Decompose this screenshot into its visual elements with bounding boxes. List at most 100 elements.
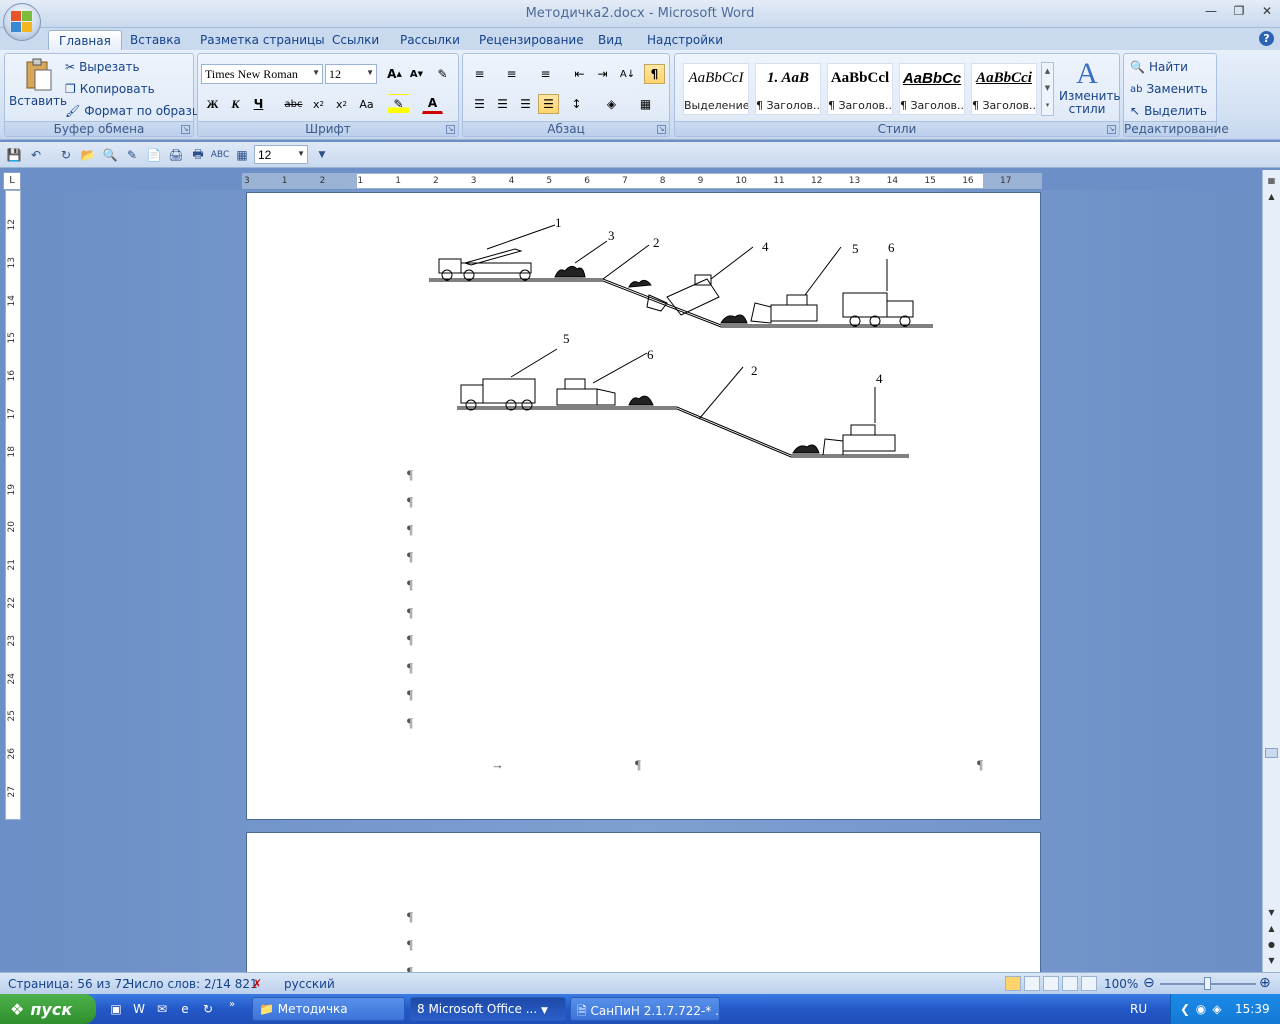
- font-color-icon[interactable]: A: [422, 94, 443, 114]
- proofing-icon[interactable]: ✗: [252, 977, 262, 991]
- previous-page-icon[interactable]: ▲: [1265, 922, 1278, 935]
- font-name-combo[interactable]: Times New Roman ▼: [201, 64, 323, 84]
- paragraph-mark[interactable]: ¶: [407, 632, 413, 648]
- page-56[interactable]: 1 3 2 4 5 6 5 6 2 4 ¶ ¶ ¶ ¶ ¶ ¶ ¶ ¶ ¶ ¶ …: [246, 192, 1041, 820]
- show-formatting-icon[interactable]: ¶: [644, 64, 665, 84]
- sort-icon[interactable]: A↓: [617, 64, 638, 84]
- style-heading-4[interactable]: AaBbCci ¶ Заголов...: [971, 63, 1037, 115]
- minimize-button[interactable]: —: [1204, 4, 1218, 18]
- browser-icon[interactable]: e: [177, 1001, 193, 1017]
- select-button[interactable]: ↖ Выделить: [1130, 104, 1207, 118]
- customize-qat-icon[interactable]: ▼: [314, 147, 330, 163]
- zoom-out-icon[interactable]: ⊖: [1143, 975, 1155, 991]
- new-document-icon[interactable]: 📄: [146, 147, 162, 163]
- paragraph-mark[interactable]: ¶: [407, 577, 413, 593]
- format-painter-button[interactable]: 🖌 Формат по образцу: [65, 104, 207, 118]
- web-layout-button[interactable]: [1043, 976, 1059, 991]
- quick-print-icon[interactable]: 🖶: [190, 147, 206, 163]
- zoom-in-icon[interactable]: ⊕: [1259, 975, 1271, 991]
- font-size-combo[interactable]: 12 ▼: [325, 64, 377, 84]
- change-case-button[interactable]: Aa: [356, 94, 377, 114]
- styles-launcher[interactable]: ↘: [1107, 125, 1116, 134]
- paragraph-mark[interactable]: ¶: [407, 964, 413, 972]
- multilevel-list-icon[interactable]: ≡: [535, 64, 556, 84]
- font-launcher[interactable]: ↘: [446, 125, 455, 134]
- borders-icon[interactable]: ▦: [635, 94, 656, 114]
- style-emphasis[interactable]: AaBbCcI Выделение: [683, 63, 749, 115]
- justify-icon[interactable]: ☰: [538, 94, 559, 114]
- word-icon[interactable]: W: [131, 1001, 147, 1017]
- italic-button[interactable]: К: [225, 94, 246, 114]
- paragraph-mark[interactable]: ¶: [407, 660, 413, 676]
- language-indicator[interactable]: русский: [284, 977, 335, 991]
- grow-font-button[interactable]: A ▲: [384, 64, 405, 84]
- increase-indent-icon[interactable]: ⇥: [592, 64, 613, 84]
- paragraph-mark[interactable]: ¶: [407, 605, 413, 621]
- bullets-icon[interactable]: ≡: [469, 64, 490, 84]
- more-icon[interactable]: »: [224, 996, 240, 1012]
- print-preview-icon[interactable]: 🔍: [102, 147, 118, 163]
- tab-review[interactable]: Рецензирование: [469, 30, 594, 50]
- taskbar-item-document[interactable]: 🗎 СанПиН 2.1.7.722-* ...: [570, 997, 720, 1021]
- draft-view-button[interactable]: [1081, 976, 1097, 991]
- find-button[interactable]: 🔍 Найти: [1130, 60, 1188, 74]
- scroll-down-icon[interactable]: ▼: [1265, 906, 1278, 919]
- help-icon[interactable]: ?: [1259, 31, 1274, 46]
- bold-button[interactable]: Ж: [202, 94, 223, 114]
- scroll-up-icon[interactable]: ▲: [1265, 190, 1278, 203]
- undo-icon[interactable]: ↶: [28, 147, 44, 163]
- clipboard-launcher[interactable]: ↘: [181, 125, 190, 134]
- qat-font-size-combo[interactable]: 12 ▼: [254, 145, 308, 164]
- tab-insert[interactable]: Вставка: [120, 30, 191, 50]
- start-button[interactable]: ❖ пуск: [0, 994, 96, 1024]
- document-area[interactable]: 1 3 2 4 5 6 5 6 2 4 ¶ ¶ ¶ ¶ ¶ ¶ ¶ ¶ ¶ ¶ …: [22, 190, 1262, 972]
- vertical-scrollbar[interactable]: ▦ ▲ ▼ ▲ ● ▼: [1262, 170, 1280, 972]
- strikethrough-button[interactable]: abc: [283, 94, 304, 114]
- page-indicator[interactable]: Страница: 56 из 72: [8, 977, 130, 991]
- style-heading-2[interactable]: AaBbCcl ¶ Заголов...: [827, 63, 893, 115]
- shading-icon[interactable]: ◈: [601, 94, 622, 114]
- style-heading-1[interactable]: 1. AaB ¶ Заголов...: [755, 63, 821, 115]
- tab-page-layout[interactable]: Разметка страницы: [190, 30, 335, 50]
- paragraph-mark[interactable]: ¶: [407, 715, 413, 731]
- paragraph-mark[interactable]: ¶: [977, 757, 983, 773]
- input-language[interactable]: RU: [1130, 1002, 1147, 1016]
- style-heading-3[interactable]: AaBbCc ¶ Заголов...: [899, 63, 965, 115]
- taskbar-item-folder[interactable]: 📁 Методичка: [252, 997, 405, 1021]
- shrink-font-button[interactable]: A ▼: [406, 64, 427, 84]
- full-screen-reading-button[interactable]: [1024, 976, 1040, 991]
- paragraph-mark[interactable]: ¶: [407, 494, 413, 510]
- excel-icon[interactable]: ▣: [108, 1001, 124, 1017]
- tab-mark[interactable]: →: [491, 757, 504, 773]
- print-icon[interactable]: 🖨: [168, 147, 184, 163]
- network-icon[interactable]: ◉: [1193, 1001, 1209, 1017]
- browse-object-icon[interactable]: ●: [1265, 938, 1278, 951]
- next-page-icon[interactable]: ▼: [1265, 954, 1278, 967]
- page-57[interactable]: ¶ ¶ ¶: [246, 832, 1041, 972]
- close-button[interactable]: ✕: [1260, 4, 1274, 18]
- styles-scroll[interactable]: ▲ ▼ ▾: [1041, 62, 1054, 116]
- decrease-indent-icon[interactable]: ⇤: [569, 64, 590, 84]
- paragraph-launcher[interactable]: ↘: [657, 125, 666, 134]
- copy-button[interactable]: ❐ Копировать: [65, 82, 155, 96]
- office-button[interactable]: [3, 3, 41, 41]
- numbering-icon[interactable]: ≡: [501, 64, 522, 84]
- paragraph-mark[interactable]: ¶: [635, 757, 641, 773]
- tab-mailings[interactable]: Рассылки: [390, 30, 470, 50]
- underline-button[interactable]: Ч: [248, 94, 269, 114]
- vertical-ruler[interactable]: 12 13 14 15 16 17 18 19 20 21 22 23 24 25 26 27: [5, 190, 21, 820]
- tray-arrow-icon[interactable]: ❮: [1177, 1001, 1193, 1017]
- tab-references[interactable]: Ссылки: [322, 30, 389, 50]
- ruler-toggle-icon[interactable]: ▦: [1265, 174, 1278, 187]
- maximize-button[interactable]: ❐: [1232, 4, 1246, 18]
- open-icon[interactable]: 📂: [80, 147, 96, 163]
- tab-addins[interactable]: Надстройки: [637, 30, 733, 50]
- align-center-icon[interactable]: ☰: [492, 94, 513, 114]
- superscript-button[interactable]: x2: [331, 94, 352, 114]
- align-left-icon[interactable]: ☰: [469, 94, 490, 114]
- paragraph-mark[interactable]: ¶: [407, 549, 413, 565]
- zoom-level[interactable]: 100%: [1104, 977, 1138, 991]
- save-icon[interactable]: 💾: [6, 147, 22, 163]
- word-count[interactable]: Число слов: 2/14 821: [126, 977, 258, 991]
- tab-home[interactable]: Главная: [48, 30, 122, 50]
